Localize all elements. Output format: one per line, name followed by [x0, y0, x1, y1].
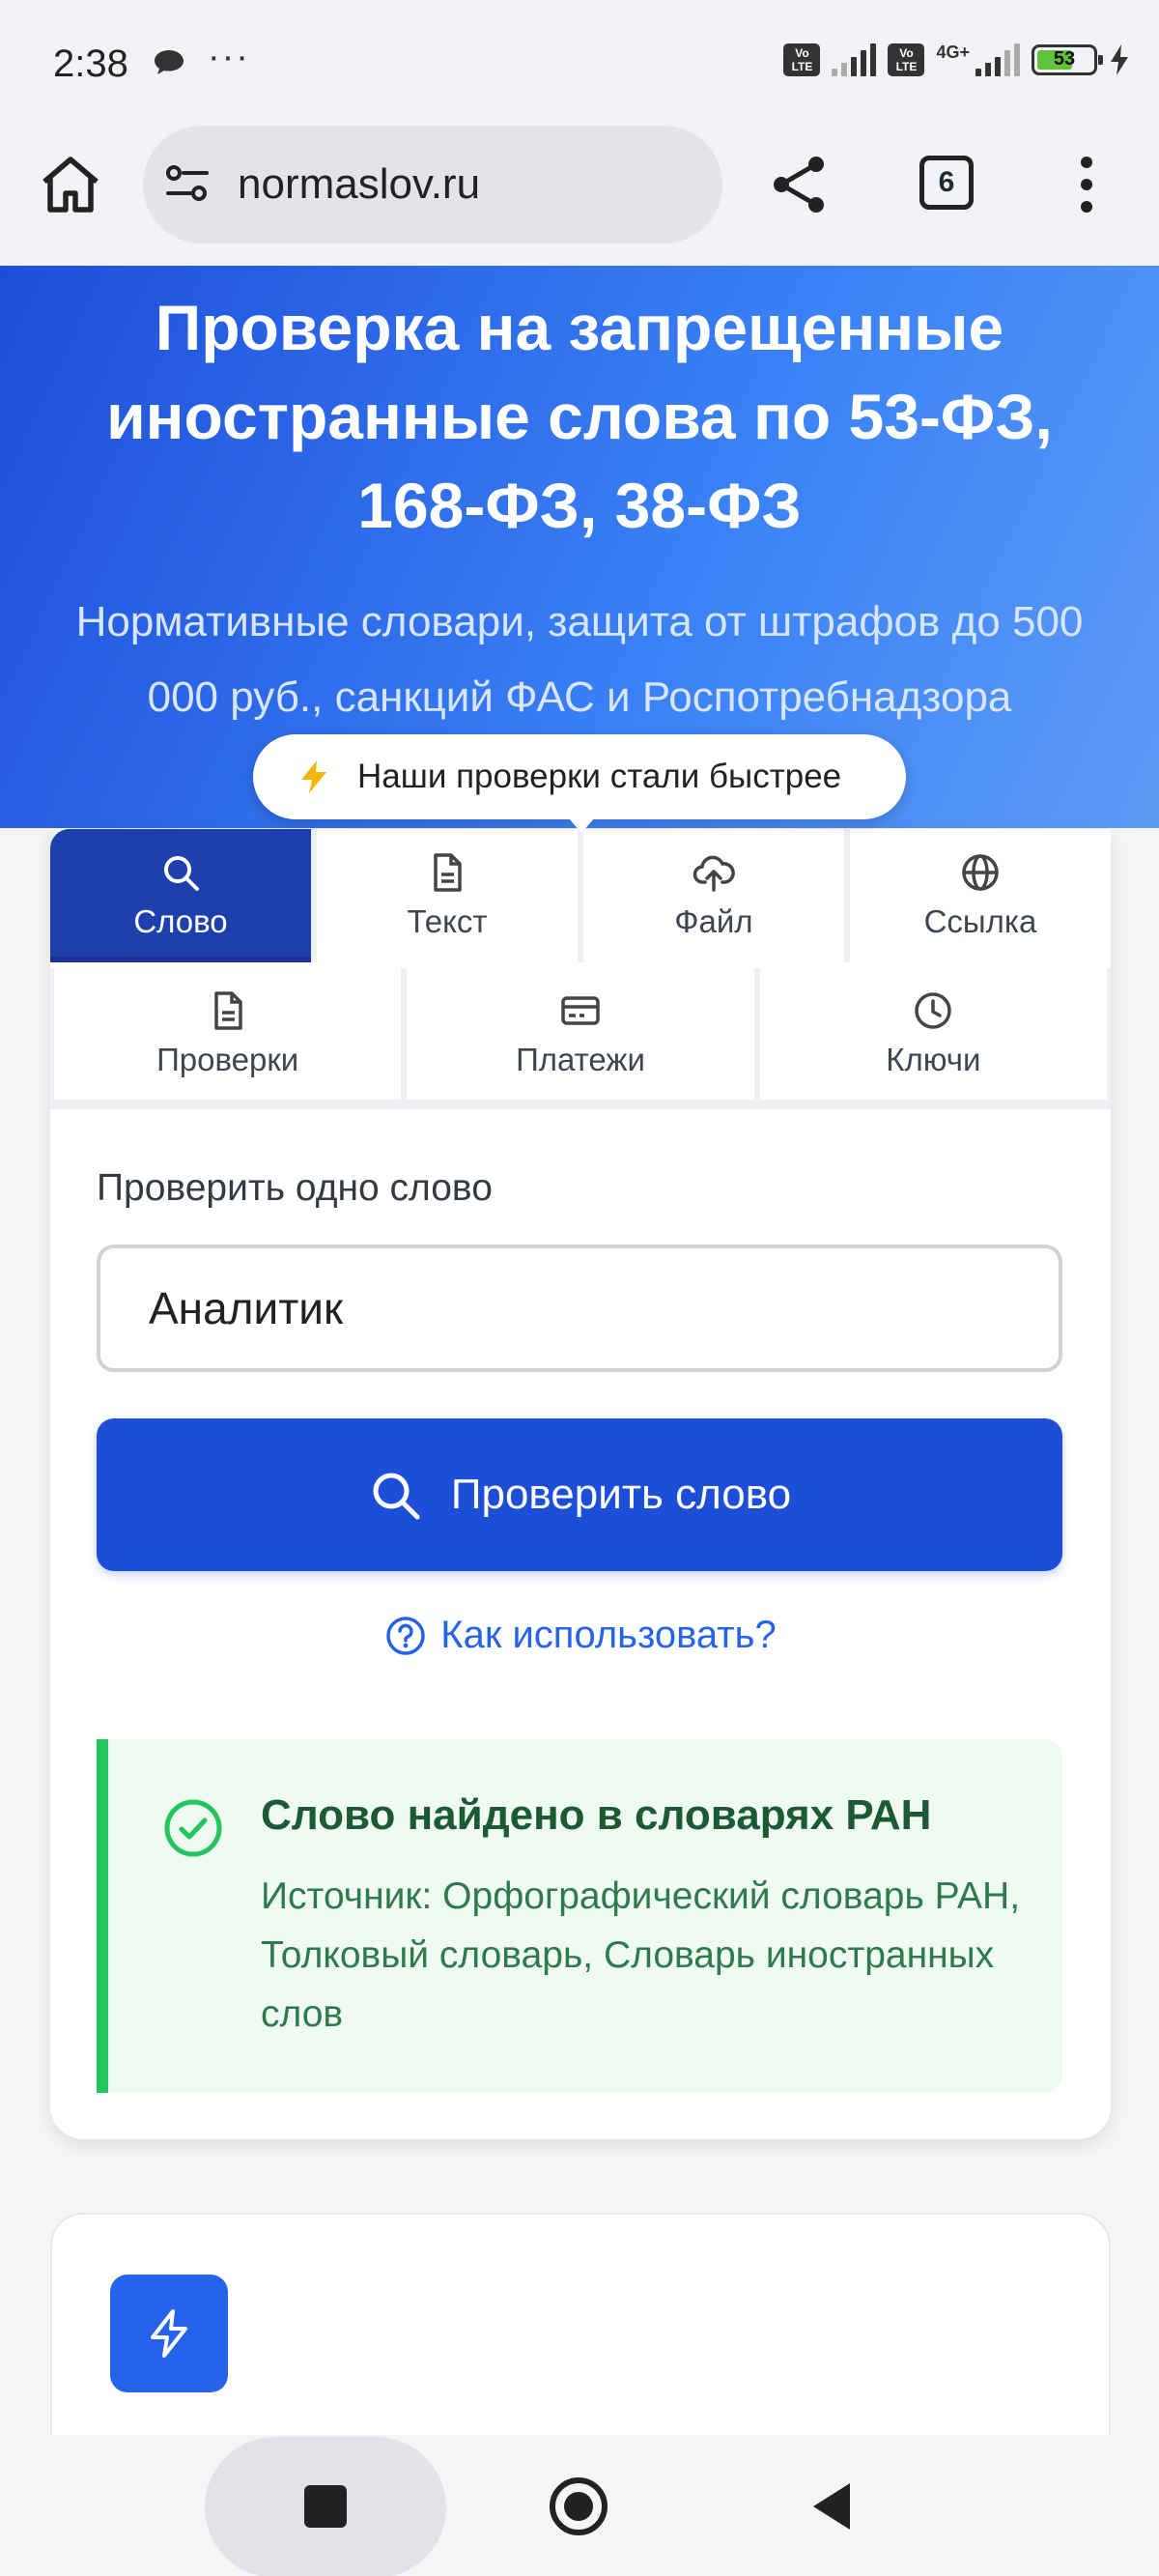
share-icon[interactable] [768, 153, 832, 216]
signal-icon-2 [975, 43, 1020, 76]
credit-card-icon [561, 996, 600, 1025]
clock-icon [915, 992, 952, 1029]
battery-level: 53 [1053, 48, 1076, 70]
more-notifications-icon: ··· [208, 37, 250, 77]
charging-icon [1111, 44, 1128, 75]
globe-icon [962, 854, 999, 891]
word-field-label: Проверить одно слово [97, 1167, 493, 1209]
tab-checks-label: Проверки [156, 1042, 299, 1077]
page-title: Проверка на запрещенные иностранные слов… [106, 292, 1053, 541]
site-settings-icon[interactable] [164, 164, 212, 203]
result-title: Слово найдено в словарях РАН [261, 1791, 932, 1839]
tab-file[interactable]: Файл [583, 829, 844, 962]
overflow-menu-icon[interactable] [1072, 155, 1101, 215]
search-icon [373, 1473, 420, 1520]
tab-link[interactable]: Ссылка [850, 829, 1111, 962]
word-input[interactable] [97, 1245, 1062, 1372]
battery-icon: 53 [1032, 44, 1103, 75]
tab-file-label: Файл [674, 903, 753, 939]
status-time: 2:38 [53, 43, 128, 85]
signal-icon [832, 43, 877, 76]
document-icon [213, 991, 242, 1030]
check-word-button[interactable]: Проверить слово [97, 1418, 1062, 1571]
tooltip-text: Наши проверки стали быстрее [357, 758, 842, 795]
tab-payments[interactable]: Платежи [407, 968, 754, 1100]
browser-toolbar: normaslov.ru 6 [0, 126, 1159, 266]
tab-keys-label: Ключи [886, 1042, 981, 1077]
tabs-row-2: Проверки Платежи Ключи [50, 968, 1111, 1109]
check-circle-icon [164, 1799, 222, 1857]
check-card: Слово Текст Файл Ссылка Проверки Платежи… [50, 829, 1111, 2139]
lightning-icon [151, 2309, 187, 2358]
tab-link-label: Ссылка [923, 903, 1037, 939]
tab-payments-label: Платежи [516, 1042, 645, 1077]
feature-icon-badge [110, 2275, 228, 2392]
home-nav-icon[interactable] [548, 2476, 609, 2537]
page-subtitle: Нормативные словари, защита от штрафов д… [75, 598, 1084, 721]
chat-icon [155, 50, 184, 74]
tab-word[interactable]: Слово [50, 829, 311, 962]
network-type: 4G+ [936, 42, 970, 62]
how-to-use-label[interactable]: Как использовать? [440, 1614, 776, 1657]
search-icon [164, 856, 199, 891]
tabs-row-1: Слово Текст Файл Ссылка [50, 829, 1111, 962]
how-to-use-link[interactable]: Как использовать? [50, 1614, 1111, 1657]
status-bar: 2:38 ··· Vo LTE Vo LTE 4G+ 53 [0, 0, 1159, 126]
url-text[interactable]: normaslov.ru [238, 160, 480, 209]
recent-apps-icon [304, 2485, 347, 2528]
tab-switcher-button[interactable]: 6 [919, 156, 974, 210]
result-panel: Слово найдено в словарях РАН Источник: О… [97, 1739, 1062, 2093]
check-word-button-label: Проверить слово [450, 1471, 792, 1518]
volte-icon: Vo LTE [783, 43, 821, 76]
document-icon [434, 853, 462, 892]
home-icon[interactable] [39, 153, 102, 216]
upload-cloud-icon [693, 855, 735, 892]
result-source: Источник: Орфографический словарь РАН, Т… [261, 1875, 1021, 2035]
tab-keys[interactable]: Ключи [759, 968, 1107, 1100]
lightning-icon [301, 760, 326, 793]
tab-checks[interactable]: Проверки [54, 968, 402, 1100]
tab-text[interactable]: Текст [317, 829, 578, 962]
tab-word-label: Слово [133, 903, 228, 939]
help-circle-icon [386, 1616, 426, 1655]
back-icon[interactable] [809, 2479, 854, 2533]
volte-icon-2: Vo LTE [888, 43, 925, 76]
tab-text-label: Текст [407, 903, 488, 939]
url-bar[interactable]: normaslov.ru [143, 126, 722, 243]
speed-notice-tooltip: Наши проверки стали быстрее [253, 734, 906, 833]
